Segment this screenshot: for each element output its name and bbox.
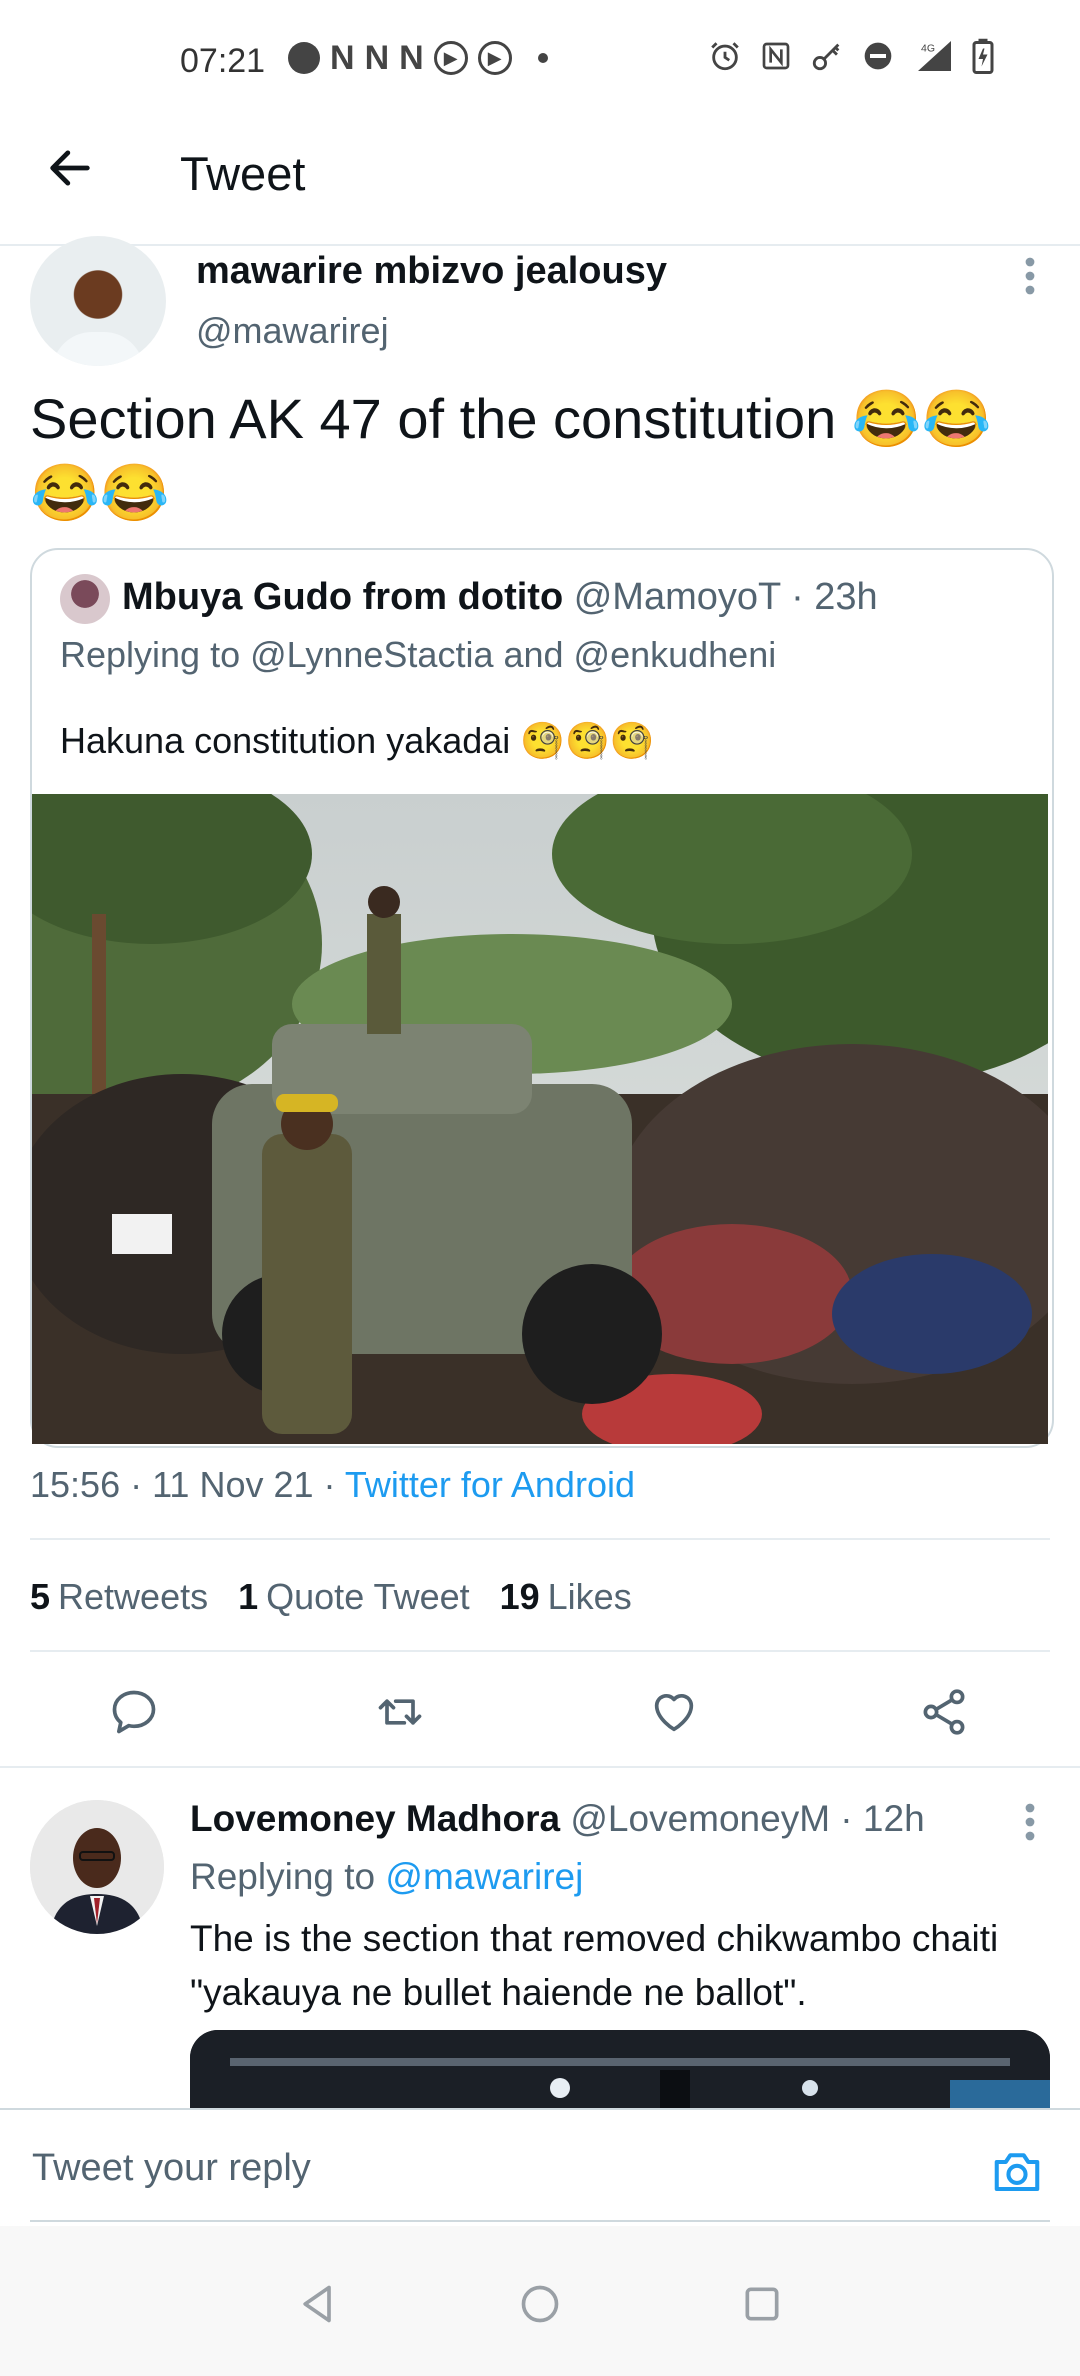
retweets-label: Retweets xyxy=(58,1576,209,1617)
nav-back-icon[interactable] xyxy=(296,2282,340,2326)
notification-icons: N N N ▶ ▶ xyxy=(288,38,548,78)
quoted-author-name: Mbuya Gudo from dotito xyxy=(122,576,564,618)
like-icon[interactable] xyxy=(648,1686,700,1738)
likes-count: 19 xyxy=(499,1576,540,1617)
replying-prefix: Replying to xyxy=(190,1856,386,1897)
tweet-stats: 5 Retweets 1 Quote Tweet 19 Likes xyxy=(30,1576,632,1618)
reply-photo[interactable] xyxy=(190,2030,1050,2110)
author-avatar[interactable] xyxy=(30,236,166,366)
battery-charging-icon xyxy=(972,38,994,74)
reply-text: The is the section that removed chikwamb… xyxy=(190,1918,999,2013)
quoted-meta: @MamoyoT · 23h xyxy=(563,576,878,618)
quotes-stat[interactable]: 1 Quote Tweet xyxy=(238,1576,470,1618)
quotes-count: 1 xyxy=(238,1576,259,1617)
author-name[interactable]: mawarire mbizvo jealousy xyxy=(196,250,667,293)
page-title: Tweet xyxy=(180,147,306,200)
n-icon: N xyxy=(364,39,390,77)
quotes-label: Quote Tweet xyxy=(266,1576,470,1617)
quoted-header: Mbuya Gudo from dotito @MamoyoT · 23h xyxy=(122,576,878,619)
messenger-icon xyxy=(288,42,320,74)
reply-input[interactable] xyxy=(30,2146,934,2191)
play-circle-icon: ▶ xyxy=(477,41,512,75)
svg-text:4G: 4G xyxy=(921,43,935,55)
reply-meta: @LovemoneyM · 12h xyxy=(560,1798,925,1839)
more-vertical-icon[interactable] xyxy=(1022,1802,1038,1842)
dnd-icon xyxy=(864,42,892,70)
nav-home-icon[interactable] xyxy=(518,2282,562,2326)
reply-author-name[interactable]: Lovemoney Madhora xyxy=(190,1798,560,1839)
reply-header: Lovemoney Madhora @LovemoneyM · 12h xyxy=(190,1798,925,1840)
n-icon: N xyxy=(330,39,355,77)
section-divider xyxy=(0,1766,1080,1768)
more-vertical-icon[interactable] xyxy=(1022,256,1038,296)
retweet-icon[interactable] xyxy=(374,1686,426,1738)
retweets-count: 5 xyxy=(30,1576,51,1617)
nav-recents-icon[interactable] xyxy=(740,2282,784,2326)
play-circle-icon: ▶ xyxy=(433,41,468,75)
alarm-icon xyxy=(711,42,739,71)
divider xyxy=(30,1650,1050,1652)
divider xyxy=(30,1538,1050,1540)
reply-replying-to: Replying to @mawarirej xyxy=(190,1856,583,1898)
author-handle[interactable]: @mawarirej xyxy=(196,310,389,352)
camera-icon[interactable] xyxy=(990,2144,1044,2198)
likes-label: Likes xyxy=(547,1576,632,1617)
nfc-icon xyxy=(762,42,790,70)
quoted-replying-to: Replying to @LynneStactia and @enkudheni xyxy=(60,634,777,675)
retweets-stat[interactable]: 5 Retweets xyxy=(30,1576,208,1618)
n-icon: N xyxy=(399,39,424,77)
key-icon xyxy=(812,43,840,71)
reply-avatar[interactable] xyxy=(30,1800,164,1934)
top-app-bar xyxy=(0,120,1080,246)
dot-icon xyxy=(537,53,548,63)
likes-stat[interactable]: 19 Likes xyxy=(500,1576,632,1618)
tweet-source-link[interactable]: Twitter for Android xyxy=(345,1464,635,1505)
reply-input-underline xyxy=(30,2220,1050,2222)
quoted-text: Hakuna constitution yakadai 🧐🧐🧐 xyxy=(60,720,655,761)
system-icons: 4G xyxy=(708,38,994,74)
tweet-text: Section AK 47 of the constitution 😂😂😂😂 xyxy=(30,387,992,524)
quoted-avatar xyxy=(60,574,110,624)
replying-mention-link[interactable]: @mawarirej xyxy=(385,1856,583,1897)
signal-4g-icon: 4G xyxy=(918,41,951,71)
tweet-timestamp: 15:56 · 11 Nov 21 · Twitter for Android xyxy=(30,1464,635,1506)
reply-icon[interactable] xyxy=(108,1686,160,1738)
timestamp-text: 15:56 · 11 Nov 21 · xyxy=(30,1464,345,1505)
quoted-photo[interactable] xyxy=(32,794,1048,1444)
share-icon[interactable] xyxy=(918,1686,970,1738)
arrow-left-icon[interactable] xyxy=(44,142,96,194)
status-time: 07:21 xyxy=(180,42,266,80)
